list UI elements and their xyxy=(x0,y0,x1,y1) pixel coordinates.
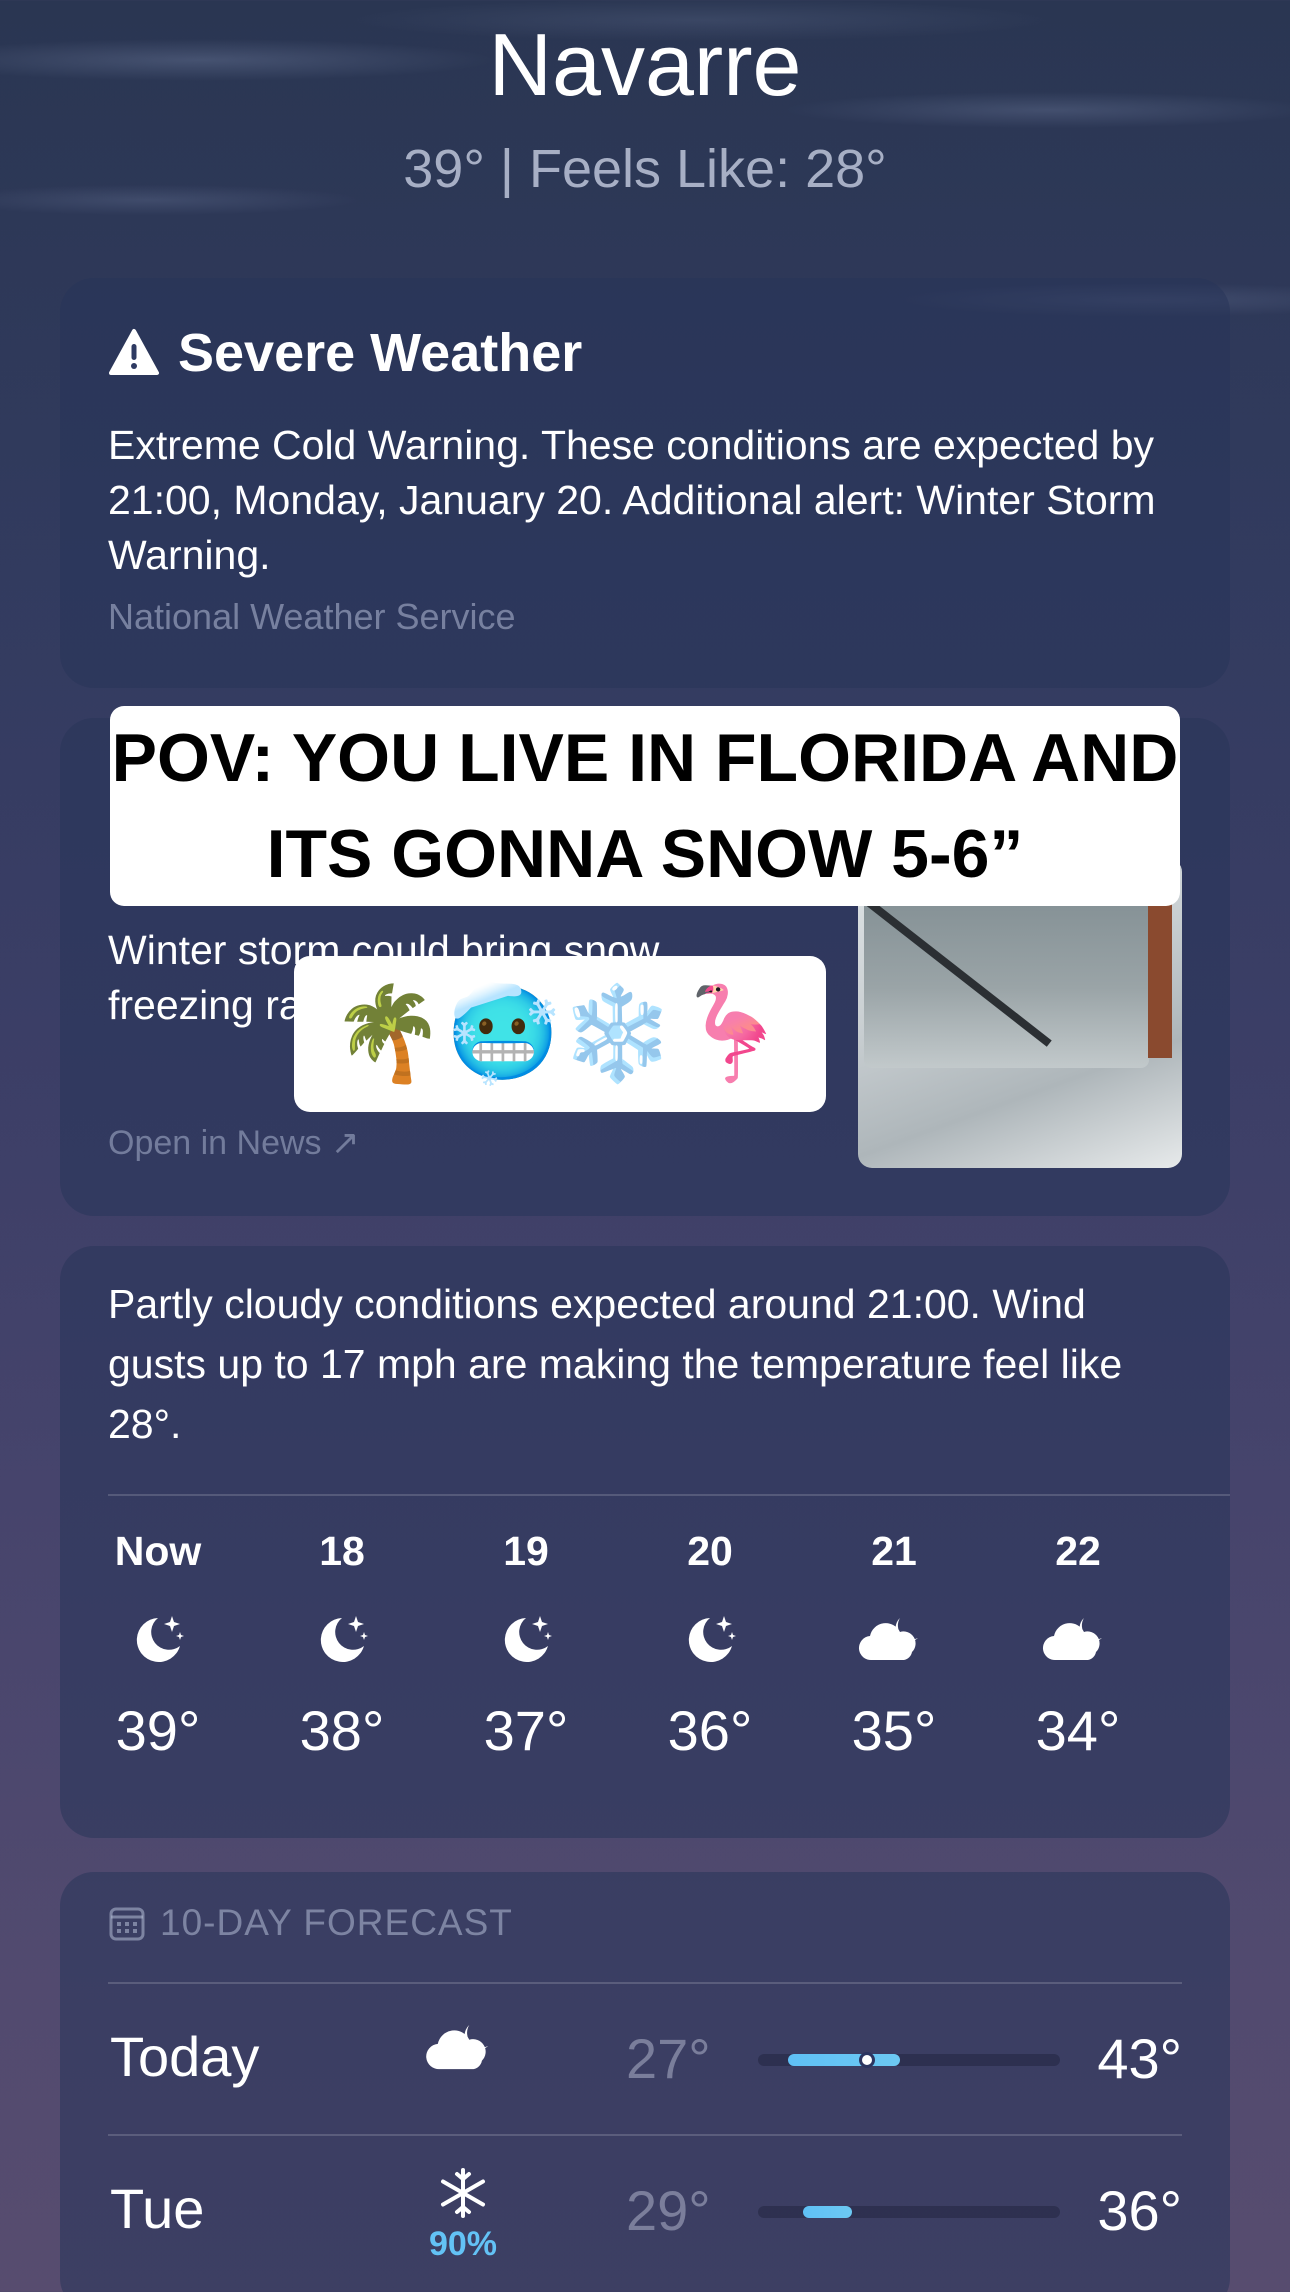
moon-stars-icon xyxy=(688,1616,736,1662)
moon-stars-icon xyxy=(320,1616,368,1662)
emoji-sticker-overlay: 🌴🥶❄️🦩 xyxy=(294,956,826,1112)
open-in-news-link[interactable]: Open in News ↗ xyxy=(108,1123,359,1163)
range-fill xyxy=(788,2054,900,2066)
hour-item: 21 35° xyxy=(844,1528,944,1763)
hour-temp: 34° xyxy=(1035,1699,1121,1762)
hour-label xyxy=(1212,1528,1230,1588)
warning-triangle-icon xyxy=(109,329,159,375)
cloud-moon-icon xyxy=(1042,1618,1102,1661)
forecast-row-today[interactable]: Today 27° 43° xyxy=(108,1984,1182,2134)
temperature-range-bar xyxy=(758,2206,1060,2218)
hour-item: 19 37° xyxy=(476,1528,576,1763)
forecast-heading: 10-DAY FORECAST xyxy=(160,1902,513,1943)
hour-temp: 39° xyxy=(115,1699,201,1762)
hour-temp: 35° xyxy=(851,1699,937,1762)
hour-item: 20 36° xyxy=(660,1528,760,1763)
hour-label: 18 xyxy=(319,1528,365,1574)
pov-caption-overlay: POV: YOU LIVE IN FLORIDA AND ITS GONNA S… xyxy=(110,706,1180,906)
current-temp-dot xyxy=(858,2052,875,2068)
alert-text: Extreme Cold Warning. These conditions a… xyxy=(108,422,1156,578)
forecast-low: 29° xyxy=(626,2179,711,2242)
hour-item: Now 39° xyxy=(108,1528,208,1763)
city-name: Navarre xyxy=(488,15,802,114)
snowflake-icon xyxy=(441,2168,485,2218)
forecast-day: Today xyxy=(110,2025,260,2088)
range-fill xyxy=(803,2206,852,2218)
forecast-row-tue[interactable]: Tue 90% 29° 36° xyxy=(108,2136,1182,2286)
cloud-moon-icon xyxy=(426,2025,489,2070)
hour-temp: 38° xyxy=(299,1699,385,1762)
moon-stars-icon xyxy=(504,1616,552,1662)
severe-weather-card[interactable]: Severe Weather Extreme Cold Warning. The… xyxy=(60,278,1230,688)
ten-day-forecast-card[interactable]: 10-DAY FORECAST Today 27° 43° Tue 90% 29… xyxy=(60,1872,1230,2292)
forecast-day: Tue xyxy=(110,2177,205,2240)
temperature-range-bar xyxy=(758,2052,1060,2068)
alert-source: National Weather Service xyxy=(108,596,516,637)
calendar-icon xyxy=(109,1907,145,1941)
divider xyxy=(108,1494,1230,1496)
hour-label: 19 xyxy=(503,1528,549,1574)
moon-stars-icon xyxy=(136,1616,184,1662)
forecast-low: 27° xyxy=(626,2027,711,2090)
hour-label: Now xyxy=(114,1528,202,1574)
hour-temp: 37° xyxy=(483,1699,569,1762)
hour-temp: 36° xyxy=(667,1699,753,1762)
precip-chance: 90% xyxy=(428,2225,498,2263)
hour-label: 22 xyxy=(1055,1528,1101,1574)
forecast-high: 43° xyxy=(1097,2027,1182,2090)
current-conditions: 39° | Feels Like: 28° xyxy=(403,139,887,199)
cloud-moon-icon xyxy=(858,1618,918,1661)
hour-temp: 3 xyxy=(1212,1698,1230,1763)
hour-label: 21 xyxy=(871,1528,917,1574)
hour-item: 22 34° xyxy=(1028,1528,1128,1763)
hour-item: 18 38° xyxy=(292,1528,392,1763)
forecast-high: 36° xyxy=(1097,2179,1182,2242)
hourly-forecast-card[interactable]: Partly cloudy conditions expected around… xyxy=(60,1246,1230,1838)
hourly-summary: Partly cloudy conditions expected around… xyxy=(108,1281,1123,1447)
hour-label: 20 xyxy=(687,1528,733,1574)
hourly-strip[interactable]: Now 39° 18 38° 19 37° 20 36° 21 35° 22 3… xyxy=(108,1528,1230,1808)
hour-item: 3 xyxy=(1212,1528,1230,1763)
alert-title: Severe Weather xyxy=(178,323,583,383)
